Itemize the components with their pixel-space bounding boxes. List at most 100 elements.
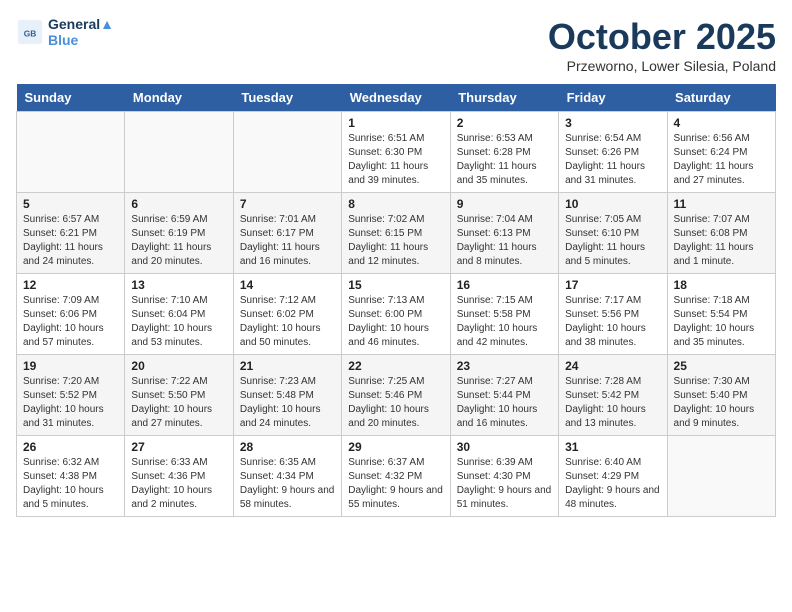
day-number: 31: [565, 440, 660, 454]
cell-info: Sunrise: 7:20 AM Sunset: 5:52 PM Dayligh…: [23, 375, 118, 431]
day-number: 22: [348, 359, 443, 373]
day-number: 14: [240, 278, 335, 292]
cell-info: Sunrise: 7:01 AM Sunset: 6:17 PM Dayligh…: [240, 213, 335, 269]
cell-info: Sunrise: 7:05 AM Sunset: 6:10 PM Dayligh…: [565, 213, 660, 269]
day-number: 16: [457, 278, 552, 292]
cell-info: Sunrise: 6:37 AM Sunset: 4:32 PM Dayligh…: [348, 456, 443, 512]
calendar-cell: 18Sunrise: 7:18 AM Sunset: 5:54 PM Dayli…: [667, 274, 775, 355]
calendar-cell: 20 Sunrise: 7:22 AM Sunset: 5:50 PM Dayli…: [125, 355, 233, 436]
calendar-cell: 25 Sunrise: 7:30 AM Sunset: 5:40 PM Dayli…: [667, 355, 775, 436]
cell-info: Sunrise: 6:57 AM Sunset: 6:21 PM Dayligh…: [23, 213, 118, 269]
calendar-cell: 12 Sunrise: 7:09 AM Sunset: 6:06 PM Dayli…: [17, 274, 125, 355]
calendar-cell: 26 Sunrise: 6:32 AM Sunset: 4:38 PM Dayli…: [17, 436, 125, 517]
cell-info: Sunrise: 6:35 AM Sunset: 4:34 PM Dayligh…: [240, 456, 335, 512]
weekday-header-friday: Friday: [559, 84, 667, 112]
cell-info: Sunrise: 6:39 AM Sunset: 4:30 PM Dayligh…: [457, 456, 552, 512]
calendar-cell: 10 Sunrise: 7:05 AM Sunset: 6:10 PM Dayli…: [559, 193, 667, 274]
calendar-cell: 16 Sunrise: 7:15 AM Sunset: 5:58 PM Dayli…: [450, 274, 558, 355]
cell-info: Sunrise: 7:09 AM Sunset: 6:06 PM Dayligh…: [23, 294, 118, 350]
cell-info: Sunrise: 6:53 AM Sunset: 6:28 PM Dayligh…: [457, 132, 552, 188]
day-number: 1: [348, 116, 443, 130]
day-number: 25: [674, 359, 769, 373]
cell-info: Sunrise: 7:02 AM Sunset: 6:15 PM Dayligh…: [348, 213, 443, 269]
cell-info: Sunrise: 7:15 AM Sunset: 5:58 PM Dayligh…: [457, 294, 552, 350]
day-number: 20: [131, 359, 226, 373]
day-number: 3: [565, 116, 660, 130]
calendar-cell: [125, 112, 233, 193]
month-title: October 2025: [548, 16, 776, 58]
day-number: 4: [674, 116, 769, 130]
day-number: 7: [240, 197, 335, 211]
weekday-header-saturday: Saturday: [667, 84, 775, 112]
calendar-cell: 31 Sunrise: 6:40 AM Sunset: 4:29 PM Dayli…: [559, 436, 667, 517]
day-number: 27: [131, 440, 226, 454]
weekday-header-tuesday: Tuesday: [233, 84, 341, 112]
day-number: 19: [23, 359, 118, 373]
calendar-cell: 27 Sunrise: 6:33 AM Sunset: 4:36 PM Dayli…: [125, 436, 233, 517]
svg-text:GB: GB: [24, 29, 37, 39]
logo: GB General▲ Blue: [16, 16, 114, 48]
day-number: 2: [457, 116, 552, 130]
calendar-cell: 4 Sunrise: 6:56 AM Sunset: 6:24 PM Daylig…: [667, 112, 775, 193]
day-number: 11: [674, 197, 769, 211]
cell-info: Sunrise: 7:12 AM Sunset: 6:02 PM Dayligh…: [240, 294, 335, 350]
calendar-cell: 30 Sunrise: 6:39 AM Sunset: 4:30 PM Dayli…: [450, 436, 558, 517]
calendar-cell: [17, 112, 125, 193]
calendar-cell: 15 Sunrise: 7:13 AM Sunset: 6:00 PM Dayli…: [342, 274, 450, 355]
day-number: 18: [674, 278, 769, 292]
day-number: 10: [565, 197, 660, 211]
weekday-header-wednesday: Wednesday: [342, 84, 450, 112]
cell-info: Sunrise: 7:28 AM Sunset: 5:42 PM Dayligh…: [565, 375, 660, 431]
day-number: 24: [565, 359, 660, 373]
weekday-header-thursday: Thursday: [450, 84, 558, 112]
calendar-cell: 29 Sunrise: 6:37 AM Sunset: 4:32 PM Dayli…: [342, 436, 450, 517]
calendar-cell: 8 Sunrise: 7:02 AM Sunset: 6:15 PM Daylig…: [342, 193, 450, 274]
day-number: 21: [240, 359, 335, 373]
cell-info: Sunrise: 6:59 AM Sunset: 6:19 PM Dayligh…: [131, 213, 226, 269]
calendar-cell: [667, 436, 775, 517]
cell-info: Sunrise: 7:30 AM Sunset: 5:40 PM Dayligh…: [674, 375, 769, 431]
day-number: 30: [457, 440, 552, 454]
day-number: 23: [457, 359, 552, 373]
calendar-cell: 11 Sunrise: 7:07 AM Sunset: 6:08 PM Dayli…: [667, 193, 775, 274]
cell-info: Sunrise: 7:10 AM Sunset: 6:04 PM Dayligh…: [131, 294, 226, 350]
calendar-cell: 5Sunrise: 6:57 AM Sunset: 6:21 PM Daylig…: [17, 193, 125, 274]
calendar-cell: 19 Sunrise: 7:20 AM Sunset: 5:52 PM Dayli…: [17, 355, 125, 436]
calendar-cell: 7 Sunrise: 7:01 AM Sunset: 6:17 PM Daylig…: [233, 193, 341, 274]
cell-info: Sunrise: 7:17 AM Sunset: 5:56 PM Dayligh…: [565, 294, 660, 350]
calendar-cell: 2 Sunrise: 6:53 AM Sunset: 6:28 PM Daylig…: [450, 112, 558, 193]
day-number: 9: [457, 197, 552, 211]
day-number: 8: [348, 197, 443, 211]
cell-info: Sunrise: 6:51 AM Sunset: 6:30 PM Dayligh…: [348, 132, 443, 188]
weekday-header-monday: Monday: [125, 84, 233, 112]
cell-info: Sunrise: 7:13 AM Sunset: 6:00 PM Dayligh…: [348, 294, 443, 350]
day-number: 6: [131, 197, 226, 211]
cell-info: Sunrise: 6:54 AM Sunset: 6:26 PM Dayligh…: [565, 132, 660, 188]
cell-info: Sunrise: 6:32 AM Sunset: 4:38 PM Dayligh…: [23, 456, 118, 512]
day-number: 17: [565, 278, 660, 292]
day-number: 26: [23, 440, 118, 454]
day-number: 12: [23, 278, 118, 292]
calendar-cell: 1 Sunrise: 6:51 AM Sunset: 6:30 PM Daylig…: [342, 112, 450, 193]
calendar-cell: 14 Sunrise: 7:12 AM Sunset: 6:02 PM Dayli…: [233, 274, 341, 355]
cell-info: Sunrise: 7:23 AM Sunset: 5:48 PM Dayligh…: [240, 375, 335, 431]
calendar-cell: [233, 112, 341, 193]
cell-info: Sunrise: 6:56 AM Sunset: 6:24 PM Dayligh…: [674, 132, 769, 188]
day-number: 15: [348, 278, 443, 292]
cell-info: Sunrise: 7:07 AM Sunset: 6:08 PM Dayligh…: [674, 213, 769, 269]
page-header: GB General▲ Blue October 2025 Przeworno,…: [16, 16, 776, 74]
calendar-cell: 28 Sunrise: 6:35 AM Sunset: 4:34 PM Dayli…: [233, 436, 341, 517]
logo-icon: GB: [16, 18, 44, 46]
calendar-cell: 22Sunrise: 7:25 AM Sunset: 5:46 PM Dayli…: [342, 355, 450, 436]
cell-info: Sunrise: 7:04 AM Sunset: 6:13 PM Dayligh…: [457, 213, 552, 269]
cell-info: Sunrise: 6:33 AM Sunset: 4:36 PM Dayligh…: [131, 456, 226, 512]
day-number: 28: [240, 440, 335, 454]
day-number: 13: [131, 278, 226, 292]
calendar-cell: 21 Sunrise: 7:23 AM Sunset: 5:48 PM Dayli…: [233, 355, 341, 436]
calendar-table: SundayMondayTuesdayWednesdayThursdayFrid…: [16, 84, 776, 517]
calendar-cell: 23Sunrise: 7:27 AM Sunset: 5:44 PM Dayli…: [450, 355, 558, 436]
cell-info: Sunrise: 6:40 AM Sunset: 4:29 PM Dayligh…: [565, 456, 660, 512]
location-subtitle: Przeworno, Lower Silesia, Poland: [548, 58, 776, 74]
day-number: 29: [348, 440, 443, 454]
cell-info: Sunrise: 7:22 AM Sunset: 5:50 PM Dayligh…: [131, 375, 226, 431]
